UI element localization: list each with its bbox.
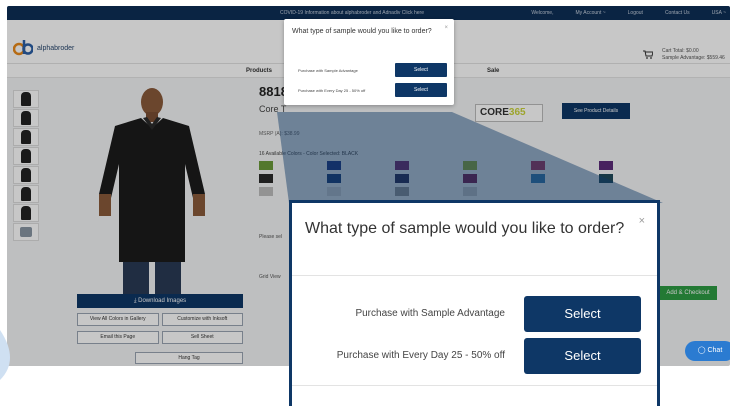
modal-question: What type of sample would you like to or… (292, 28, 432, 35)
select-button[interactable]: Select (395, 63, 447, 77)
divider (292, 275, 657, 276)
option-label: Purchase with Every Day 25 - 50% off (336, 350, 505, 361)
option-sample-advantage: Purchase with Sample Advantage Select (292, 63, 447, 77)
option-sample-advantage: Purchase with Sample Advantage Select (292, 296, 657, 332)
select-sample-advantage-button[interactable]: Select (524, 296, 641, 332)
close-icon[interactable]: × (444, 25, 448, 31)
divider (292, 385, 657, 386)
chat-button[interactable]: ◯ Chat (685, 341, 730, 361)
option-label: Purchase with Sample Advantage (355, 308, 505, 319)
option-every-day: Purchase with Every Day 25 - 50% off Sel… (292, 83, 447, 97)
option-every-day: Purchase with Every Day 25 - 50% off Sel… (292, 338, 657, 374)
close-icon[interactable]: × (639, 215, 645, 227)
sample-type-modal: What type of sample would you like to or… (289, 200, 660, 406)
modal-question: What type of sample would you like to or… (305, 220, 625, 237)
sample-modal-thumbnail: What type of sample would you like to or… (284, 19, 454, 105)
select-button[interactable]: Select (395, 83, 447, 97)
select-every-day-button[interactable]: Select (524, 338, 641, 374)
